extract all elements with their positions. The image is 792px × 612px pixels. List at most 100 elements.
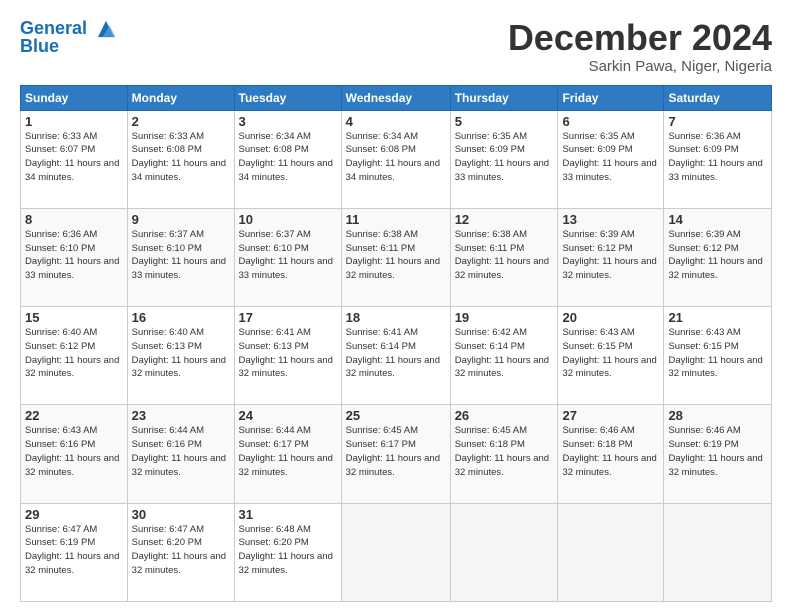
day-info: Sunrise: 6:41 AMSunset: 6:13 PMDaylight:… — [239, 326, 337, 381]
day-info: Sunrise: 6:39 AMSunset: 6:12 PMDaylight:… — [562, 228, 659, 283]
col-saturday: Saturday — [664, 85, 772, 110]
day-number: 23 — [132, 408, 230, 423]
day-info: Sunrise: 6:47 AMSunset: 6:19 PMDaylight:… — [25, 523, 123, 578]
day-number: 15 — [25, 310, 123, 325]
day-number: 1 — [25, 114, 123, 129]
table-cell: 15Sunrise: 6:40 AMSunset: 6:12 PMDayligh… — [21, 307, 128, 405]
day-info: Sunrise: 6:33 AMSunset: 6:08 PMDaylight:… — [132, 130, 230, 185]
day-number: 31 — [239, 507, 337, 522]
table-cell: 14Sunrise: 6:39 AMSunset: 6:12 PMDayligh… — [664, 208, 772, 306]
day-info: Sunrise: 6:36 AMSunset: 6:09 PMDaylight:… — [668, 130, 767, 185]
day-number: 22 — [25, 408, 123, 423]
table-cell: 25Sunrise: 6:45 AMSunset: 6:17 PMDayligh… — [341, 405, 450, 503]
day-number: 6 — [562, 114, 659, 129]
table-cell: 21Sunrise: 6:43 AMSunset: 6:15 PMDayligh… — [664, 307, 772, 405]
day-info: Sunrise: 6:43 AMSunset: 6:15 PMDaylight:… — [668, 326, 767, 381]
day-info: Sunrise: 6:42 AMSunset: 6:14 PMDaylight:… — [455, 326, 554, 381]
day-info: Sunrise: 6:35 AMSunset: 6:09 PMDaylight:… — [455, 130, 554, 185]
table-cell: 1Sunrise: 6:33 AMSunset: 6:07 PMDaylight… — [21, 110, 128, 208]
day-number: 24 — [239, 408, 337, 423]
day-info: Sunrise: 6:37 AMSunset: 6:10 PMDaylight:… — [239, 228, 337, 283]
calendar-row: 8Sunrise: 6:36 AMSunset: 6:10 PMDaylight… — [21, 208, 772, 306]
day-number: 18 — [346, 310, 446, 325]
month-title: December 2024 — [508, 18, 772, 58]
day-info: Sunrise: 6:47 AMSunset: 6:20 PMDaylight:… — [132, 523, 230, 578]
table-cell: 7Sunrise: 6:36 AMSunset: 6:09 PMDaylight… — [664, 110, 772, 208]
day-number: 9 — [132, 212, 230, 227]
calendar-row: 15Sunrise: 6:40 AMSunset: 6:12 PMDayligh… — [21, 307, 772, 405]
table-cell: 17Sunrise: 6:41 AMSunset: 6:13 PMDayligh… — [234, 307, 341, 405]
title-section: December 2024 Sarkin Pawa, Niger, Nigeri… — [508, 18, 772, 75]
table-cell: 22Sunrise: 6:43 AMSunset: 6:16 PMDayligh… — [21, 405, 128, 503]
location: Sarkin Pawa, Niger, Nigeria — [508, 58, 772, 75]
day-number: 5 — [455, 114, 554, 129]
day-info: Sunrise: 6:39 AMSunset: 6:12 PMDaylight:… — [668, 228, 767, 283]
col-wednesday: Wednesday — [341, 85, 450, 110]
calendar-row: 1Sunrise: 6:33 AMSunset: 6:07 PMDaylight… — [21, 110, 772, 208]
table-cell: 29Sunrise: 6:47 AMSunset: 6:19 PMDayligh… — [21, 503, 128, 601]
day-info: Sunrise: 6:34 AMSunset: 6:08 PMDaylight:… — [239, 130, 337, 185]
table-cell: 9Sunrise: 6:37 AMSunset: 6:10 PMDaylight… — [127, 208, 234, 306]
day-number: 30 — [132, 507, 230, 522]
table-cell: 10Sunrise: 6:37 AMSunset: 6:10 PMDayligh… — [234, 208, 341, 306]
day-number: 21 — [668, 310, 767, 325]
day-number: 7 — [668, 114, 767, 129]
table-cell: 31Sunrise: 6:48 AMSunset: 6:20 PMDayligh… — [234, 503, 341, 601]
day-number: 17 — [239, 310, 337, 325]
logo: General Blue — [20, 18, 117, 57]
day-number: 3 — [239, 114, 337, 129]
day-number: 12 — [455, 212, 554, 227]
col-monday: Monday — [127, 85, 234, 110]
day-info: Sunrise: 6:46 AMSunset: 6:18 PMDaylight:… — [562, 424, 659, 479]
day-info: Sunrise: 6:38 AMSunset: 6:11 PMDaylight:… — [455, 228, 554, 283]
calendar-header-row: Sunday Monday Tuesday Wednesday Thursday… — [21, 85, 772, 110]
day-number: 19 — [455, 310, 554, 325]
col-thursday: Thursday — [450, 85, 558, 110]
table-cell: 19Sunrise: 6:42 AMSunset: 6:14 PMDayligh… — [450, 307, 558, 405]
table-cell: 2Sunrise: 6:33 AMSunset: 6:08 PMDaylight… — [127, 110, 234, 208]
table-cell: 23Sunrise: 6:44 AMSunset: 6:16 PMDayligh… — [127, 405, 234, 503]
day-info: Sunrise: 6:34 AMSunset: 6:08 PMDaylight:… — [346, 130, 446, 185]
day-info: Sunrise: 6:40 AMSunset: 6:12 PMDaylight:… — [25, 326, 123, 381]
table-cell: 28Sunrise: 6:46 AMSunset: 6:19 PMDayligh… — [664, 405, 772, 503]
day-number: 2 — [132, 114, 230, 129]
day-number: 14 — [668, 212, 767, 227]
day-info: Sunrise: 6:37 AMSunset: 6:10 PMDaylight:… — [132, 228, 230, 283]
table-cell: 6Sunrise: 6:35 AMSunset: 6:09 PMDaylight… — [558, 110, 664, 208]
table-cell: 30Sunrise: 6:47 AMSunset: 6:20 PMDayligh… — [127, 503, 234, 601]
calendar-page: General Blue December 2024 Sarkin Pawa, … — [0, 0, 792, 612]
table-cell — [450, 503, 558, 601]
table-cell: 26Sunrise: 6:45 AMSunset: 6:18 PMDayligh… — [450, 405, 558, 503]
day-info: Sunrise: 6:38 AMSunset: 6:11 PMDaylight:… — [346, 228, 446, 283]
day-info: Sunrise: 6:44 AMSunset: 6:16 PMDaylight:… — [132, 424, 230, 479]
day-number: 16 — [132, 310, 230, 325]
day-info: Sunrise: 6:46 AMSunset: 6:19 PMDaylight:… — [668, 424, 767, 479]
calendar-row: 22Sunrise: 6:43 AMSunset: 6:16 PMDayligh… — [21, 405, 772, 503]
calendar-table: Sunday Monday Tuesday Wednesday Thursday… — [20, 85, 772, 602]
day-info: Sunrise: 6:45 AMSunset: 6:18 PMDaylight:… — [455, 424, 554, 479]
day-info: Sunrise: 6:44 AMSunset: 6:17 PMDaylight:… — [239, 424, 337, 479]
day-number: 20 — [562, 310, 659, 325]
calendar-row: 29Sunrise: 6:47 AMSunset: 6:19 PMDayligh… — [21, 503, 772, 601]
day-info: Sunrise: 6:35 AMSunset: 6:09 PMDaylight:… — [562, 130, 659, 185]
day-number: 4 — [346, 114, 446, 129]
day-info: Sunrise: 6:48 AMSunset: 6:20 PMDaylight:… — [239, 523, 337, 578]
table-cell — [664, 503, 772, 601]
table-cell: 18Sunrise: 6:41 AMSunset: 6:14 PMDayligh… — [341, 307, 450, 405]
day-info: Sunrise: 6:43 AMSunset: 6:16 PMDaylight:… — [25, 424, 123, 479]
table-cell: 12Sunrise: 6:38 AMSunset: 6:11 PMDayligh… — [450, 208, 558, 306]
day-info: Sunrise: 6:43 AMSunset: 6:15 PMDaylight:… — [562, 326, 659, 381]
col-sunday: Sunday — [21, 85, 128, 110]
table-cell: 20Sunrise: 6:43 AMSunset: 6:15 PMDayligh… — [558, 307, 664, 405]
day-number: 13 — [562, 212, 659, 227]
table-cell: 16Sunrise: 6:40 AMSunset: 6:13 PMDayligh… — [127, 307, 234, 405]
day-number: 29 — [25, 507, 123, 522]
table-cell — [341, 503, 450, 601]
day-number: 26 — [455, 408, 554, 423]
day-info: Sunrise: 6:41 AMSunset: 6:14 PMDaylight:… — [346, 326, 446, 381]
day-number: 8 — [25, 212, 123, 227]
day-info: Sunrise: 6:45 AMSunset: 6:17 PMDaylight:… — [346, 424, 446, 479]
day-number: 25 — [346, 408, 446, 423]
table-cell: 24Sunrise: 6:44 AMSunset: 6:17 PMDayligh… — [234, 405, 341, 503]
day-number: 27 — [562, 408, 659, 423]
